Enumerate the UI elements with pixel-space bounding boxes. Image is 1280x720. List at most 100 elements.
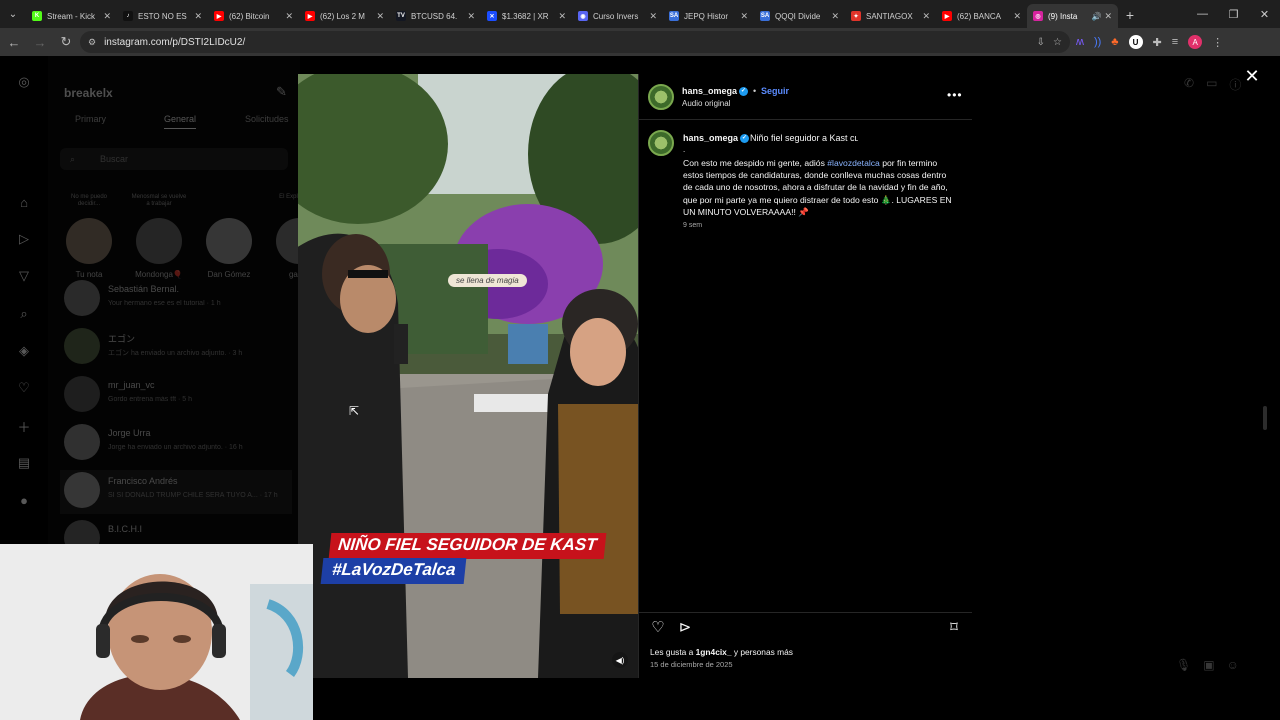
tab-favicon-icon: SA	[760, 11, 770, 21]
tab-strip: ⌄ K Stream - Kick ✕ ♪ ESTO NO ES ✕ ▶ (62) Bitco…	[0, 0, 1280, 28]
browser-tab[interactable]: ▶ (62) Los 2 M ✕	[299, 4, 390, 28]
tab-close-icon[interactable]: ✕	[194, 11, 202, 22]
browser-tab[interactable]: ♪ ESTO NO ES ✕	[117, 4, 208, 28]
browser-tab[interactable]: ✦ SANTIAGOX ✕	[845, 4, 936, 28]
tab-favicon-icon: SA	[669, 11, 679, 21]
post-time-ago: 9 sem	[683, 222, 703, 229]
post-date: 15 de diciembre de 2025	[650, 660, 733, 669]
url-text[interactable]: instagram.com/p/DSTI2LIDcU2/	[104, 37, 245, 48]
tab-title: SANTIAGOX	[866, 11, 913, 21]
author-avatar[interactable]	[648, 84, 674, 110]
extension-icon-2[interactable]: ))	[1094, 36, 1101, 48]
bookmark-star-icon[interactable]: ☆	[1053, 37, 1062, 48]
tab-favicon-icon: ▶	[214, 11, 224, 21]
hashtag-link[interactable]: #lavozdetalca	[827, 158, 880, 168]
tab-title: QQQI Divide	[775, 11, 821, 21]
caption-author-avatar[interactable]	[648, 130, 674, 156]
tab-close-icon[interactable]: ✕	[285, 11, 293, 22]
tab-close-icon[interactable]: ✕	[467, 11, 475, 22]
more-options-icon[interactable]: •••	[947, 88, 963, 102]
browser-tab[interactable]: ◎ (9) Insta 🔊 ✕	[1027, 4, 1118, 28]
video-sign-text: se llena de magia	[448, 274, 527, 287]
tab-favicon-icon: ▶	[305, 11, 315, 21]
site-info-icon[interactable]: ⚙	[88, 37, 96, 48]
post-video[interactable]: se llena de magia	[298, 74, 638, 678]
tab-favicon-icon: ◎	[1033, 11, 1043, 21]
video-frame	[298, 74, 638, 678]
tab-favicon-icon: ♪	[123, 11, 133, 21]
follow-button[interactable]: Seguir	[761, 86, 789, 96]
likes-summary[interactable]: Les gusta a 1gn4cix_ y personas más	[650, 647, 793, 657]
browser-tab[interactable]: ▶ (62) Bitcoin ✕	[208, 4, 299, 28]
tab-title: (62) BANCA	[957, 11, 1002, 21]
tab-favicon-icon: ▶	[942, 11, 952, 21]
author-username[interactable]: hans_omega ✓	[682, 86, 749, 97]
caption-title: Niño fiel seguidor a Kast cʟ	[750, 133, 859, 143]
url-omnibox[interactable]: ⚙ instagram.com/p/DSTI2LIDcU2/ ⇩ ☆	[80, 31, 1070, 53]
webcam-frame	[0, 544, 313, 720]
post-header: hans_omega ✓ • Seguir Audio original •••	[639, 74, 972, 120]
browser-tab[interactable]: SA QQQI Divide ✕	[754, 4, 845, 28]
extensions-puzzle-icon[interactable]: ✚	[1153, 36, 1162, 49]
save-bookmark-icon[interactable]: ⌑	[945, 619, 963, 637]
tab-close-icon[interactable]: ✕	[376, 11, 384, 22]
tab-search-icon[interactable]: ⌄	[0, 0, 26, 28]
tab-favicon-icon: K	[32, 11, 42, 21]
reload-icon[interactable]: ↻	[54, 30, 78, 54]
tab-title: Stream - Kick	[47, 11, 96, 21]
tab-close-icon[interactable]: ✕	[831, 11, 839, 22]
extension-icon-1[interactable]: ʍ	[1076, 36, 1084, 48]
menu-kebab-icon[interactable]: ⋮	[1212, 36, 1223, 49]
post-sidebar: hans_omega ✓ • Seguir Audio original ••• …	[638, 74, 972, 678]
browser-tab[interactable]: ▶ (62) BANCA ✕	[936, 4, 1027, 28]
restore-icon[interactable]: ❐	[1218, 0, 1249, 28]
browser-tab[interactable]: ✕ $1.3682 | XR ✕	[481, 4, 572, 28]
close-window-icon[interactable]: ✕	[1249, 0, 1280, 28]
tab-close-icon[interactable]: ✕	[103, 11, 111, 22]
caption-text: Con esto me despido mi gente, adiós #lav…	[683, 158, 952, 217]
address-bar: ← → ↻ ⚙ instagram.com/p/DSTI2LIDcU2/ ⇩ ☆…	[0, 28, 1280, 56]
mouse-cursor-icon: ⇱	[349, 404, 360, 418]
forward-icon[interactable]: →	[28, 30, 52, 54]
tab-close-icon[interactable]: ✕	[1013, 11, 1021, 22]
tab-favicon-icon: TV	[396, 11, 406, 21]
header-separator: •	[753, 86, 757, 96]
caption-dot: .	[683, 145, 686, 154]
minimize-icon[interactable]: —	[1187, 0, 1218, 28]
tab-close-icon[interactable]: ✕	[1104, 11, 1112, 22]
browser-tab[interactable]: K Stream - Kick ✕	[26, 4, 117, 28]
tab-title: (62) Los 2 M	[320, 11, 365, 21]
install-app-icon[interactable]: ⇩	[1037, 37, 1045, 48]
browser-tab[interactable]: SA JEPQ Histor ✕	[663, 4, 754, 28]
media-control-icon[interactable]: ≡	[1172, 36, 1178, 48]
tab-favicon-icon: ◉	[578, 11, 588, 21]
audio-original-link[interactable]: Audio original	[682, 99, 730, 108]
close-modal-icon[interactable]: ✕	[1243, 67, 1261, 85]
caption-author-username[interactable]: hans_omega ✓	[683, 133, 750, 144]
verified-badge-icon: ✓	[739, 87, 749, 97]
post-actions: ♡ ⊳ ⌑ Les gusta a 1gn4cix_ y personas má…	[639, 612, 972, 678]
browser-tab[interactable]: TV BTCUSD 64. ✕	[390, 4, 481, 28]
tab-title: ESTO NO ES	[138, 11, 187, 21]
tab-close-icon[interactable]: ✕	[649, 11, 657, 22]
extension-icon-3[interactable]: ♣	[1111, 36, 1118, 48]
streamer-webcam	[0, 544, 313, 720]
share-send-icon[interactable]: ⊳	[676, 619, 694, 637]
tab-title: (9) Insta	[1048, 11, 1078, 21]
verified-badge-icon: ✓	[740, 134, 750, 144]
like-heart-icon[interactable]: ♡	[649, 619, 667, 637]
new-tab-button[interactable]: +	[1118, 7, 1142, 23]
mute-toggle-icon[interactable]: ◀)	[612, 652, 628, 668]
tab-close-icon[interactable]: ✕	[558, 11, 566, 22]
tab-close-icon[interactable]: ✕	[922, 11, 930, 22]
tab-title: BTCUSD 64.	[411, 11, 458, 21]
profile-avatar-icon[interactable]: A	[1188, 35, 1203, 49]
tab-title: JEPQ Histor	[684, 11, 729, 21]
window-controls: — ❐ ✕	[1187, 0, 1280, 28]
back-icon[interactable]: ←	[2, 30, 26, 54]
tab-close-icon[interactable]: ✕	[740, 11, 748, 22]
tab-favicon-icon: ✕	[487, 11, 497, 21]
ublock-icon[interactable]: U	[1128, 35, 1143, 49]
browser-tab[interactable]: ◉ Curso Invers ✕	[572, 4, 663, 28]
tab-audio-icon[interactable]: 🔊	[1091, 12, 1101, 21]
